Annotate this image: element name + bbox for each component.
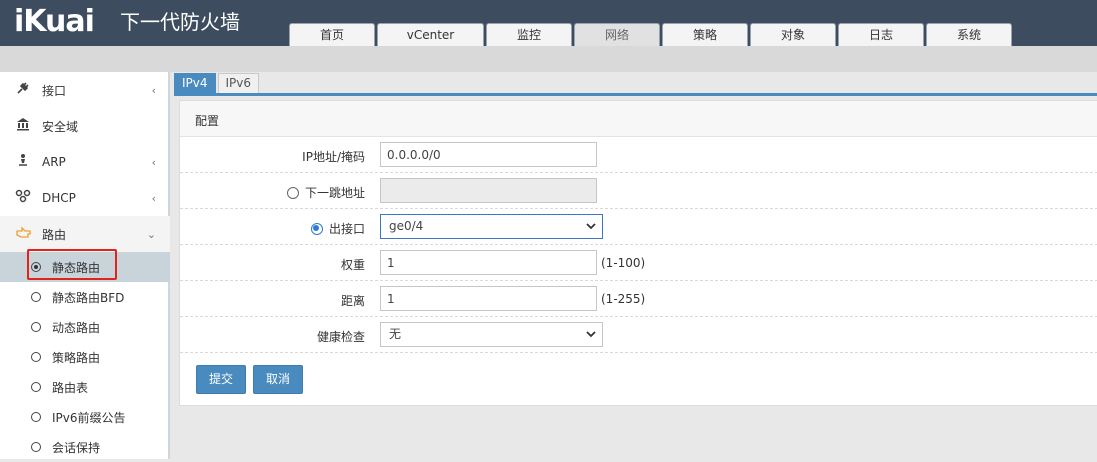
row-out-interface: 出接口 ge0/4 [180,209,1097,245]
sidebar-item-label: 安全域 [42,119,79,134]
sidebar-subitem-route-table[interactable]: 路由表 [0,372,170,402]
bank-icon [14,117,32,135]
out-interface-value: ge0/4 [389,219,424,233]
tab-objects[interactable]: 对象 [750,23,836,46]
chevron-left-icon: ‹ [151,83,156,97]
chevron-down-icon [586,223,596,230]
sidebar-subitem-static-route-bfd[interactable]: 静态路由BFD [0,282,170,312]
health-check-label: 健康检查 [316,330,365,344]
sidebar-item-security-zone[interactable]: 安全域 [0,108,170,144]
out-interface-select[interactable]: ge0/4 [380,214,603,239]
row-ip-mask: IP地址/掩码 [180,137,1097,173]
radio-icon [31,412,41,422]
radio-icon [31,322,41,332]
tab-system[interactable]: 系统 [926,23,1012,46]
tab-ipv6[interactable]: IPv6 [217,73,260,93]
sidebar-subitem-policy-route[interactable]: 策略路由 [0,342,170,372]
sidebar-subitem-static-route[interactable]: 静态路由 [0,252,170,282]
config-panel: 配置 IP地址/掩码 下一跳地址 出接口 ge0/4 权重 (1-100) 距离… [179,100,1097,406]
ip-mask-label: IP地址/掩码 [302,150,365,164]
sidebar-subitem-ipv6-prefix[interactable]: IPv6前缀公告 [0,402,170,432]
sidebar: 接口 ‹ 安全域 ARP ‹ DHCP ‹ 路由 ⌄ 静态路由 静态路由BFD [0,72,170,459]
distance-input[interactable] [380,286,597,311]
sidebar-item-dhcp[interactable]: DHCP ‹ [0,180,170,216]
tab-logs[interactable]: 日志 [838,23,924,46]
out-interface-label: 出接口 [328,222,365,236]
sub-toolbar [0,46,1097,72]
row-next-hop: 下一跳地址 [180,173,1097,209]
next-hop-input[interactable] [380,178,597,203]
hand-point-icon [14,225,32,243]
product-subtitle: 下一代防火墙 [120,10,240,34]
radio-icon [31,352,41,362]
weight-label: 权重 [340,258,365,272]
sidebar-item-routing[interactable]: 路由 ⌄ [0,216,170,252]
panel-header: 配置 [180,101,1097,137]
chevron-down-icon [586,331,596,338]
distance-hint: (1-255) [601,292,646,306]
sidebar-subitem-session-keep[interactable]: 会话保持 [0,432,170,462]
row-weight: 权重 (1-100) [180,245,1097,281]
sidebar-item-arp[interactable]: ARP ‹ [0,144,170,180]
weight-input[interactable] [380,250,597,275]
sidebar-item-label: 接口 [42,83,67,98]
radio-icon [31,262,41,272]
ip-version-tabs: IPv4 IPv6 [174,73,260,93]
distance-label: 距离 [340,294,365,308]
radio-icon [31,292,41,302]
tab-network[interactable]: 网络 [574,23,660,46]
out-interface-radio[interactable] [310,222,323,235]
sidebar-item-label: 路由 [42,227,67,242]
row-distance: 距离 (1-255) [180,281,1097,317]
next-hop-label: 下一跳地址 [304,186,365,200]
health-check-value: 无 [389,327,402,341]
tab-underline [174,93,1097,96]
chevron-down-icon: ⌄ [146,227,156,241]
cancel-button[interactable]: 取消 [253,365,303,394]
chevron-left-icon: ‹ [151,155,156,169]
plug-icon [14,81,32,99]
tab-home[interactable]: 首页 [289,23,375,46]
sidebar-item-label: ARP [42,155,66,169]
tab-vcenter[interactable]: vCenter [377,23,484,46]
network-icon [14,189,32,207]
next-hop-radio[interactable] [286,186,299,199]
ikuai-logo: iKuai [14,4,95,39]
sidebar-subitem-dynamic-route[interactable]: 动态路由 [0,312,170,342]
tab-monitor[interactable]: 监控 [486,23,572,46]
tab-ipv4[interactable]: IPv4 [174,73,216,93]
tab-policy[interactable]: 策略 [662,23,748,46]
top-header: iKuai 下一代防火墙 首页 vCenter 监控 网络 策略 对象 日志 系… [0,0,1097,46]
radio-icon [31,442,41,452]
sidebar-item-interface[interactable]: 接口 ‹ [0,72,170,108]
panel-title: 配置 [195,114,220,128]
radio-icon [31,382,41,392]
row-health-check: 健康检查 无 [180,317,1097,353]
health-check-select[interactable]: 无 [380,322,603,347]
submit-button[interactable]: 提交 [196,365,246,394]
chevron-left-icon: ‹ [151,191,156,205]
weight-hint: (1-100) [601,256,646,270]
ip-mask-input[interactable] [380,142,597,167]
person-icon [14,153,32,171]
main-nav-tabs: 首页 vCenter 监控 网络 策略 对象 日志 系统 [289,23,1012,46]
sidebar-item-label: DHCP [42,191,76,205]
